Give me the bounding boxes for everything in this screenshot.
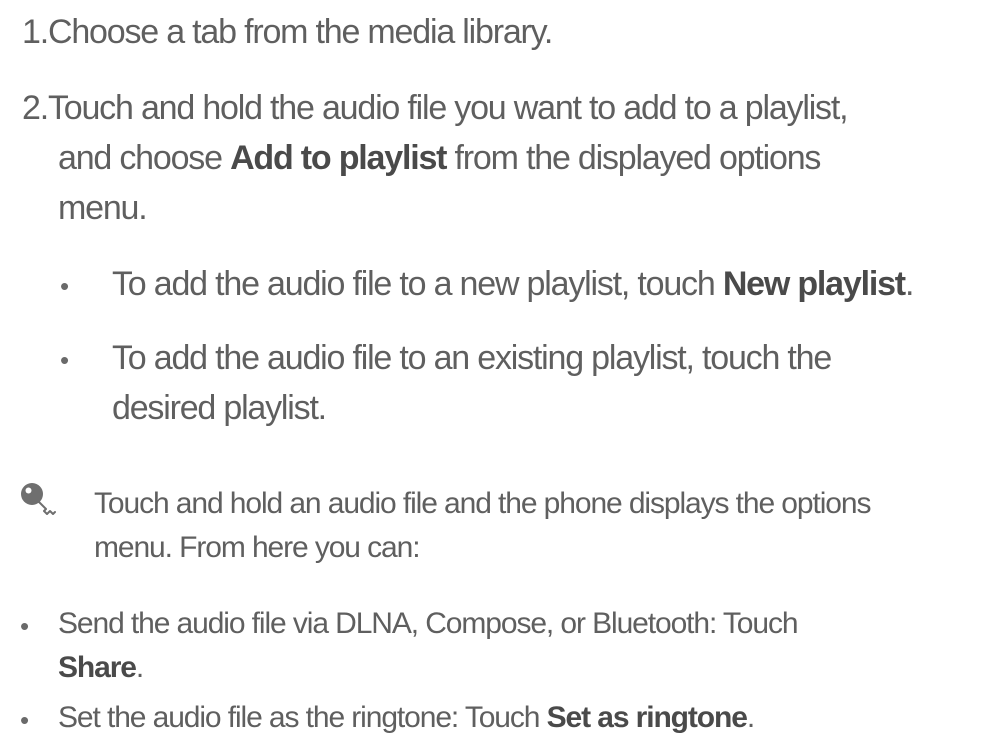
- step-2-line-2: and choose Add to playlist from the disp…: [58, 138, 822, 178]
- step-1: 1.Choose a tab from the media library.: [22, 12, 553, 52]
- sub-bullet-2-marker: •: [60, 345, 70, 375]
- sub-bullet-1: To add the audio file to a new playlist,…: [112, 264, 914, 304]
- new-playlist-label: New playlist: [722, 265, 906, 303]
- add-to-playlist-label: Add to playlist: [230, 139, 447, 177]
- step-2-text-1: Touch and hold the audio file you want t…: [47, 89, 849, 127]
- step-2-text-2-post: from the displayed options: [446, 139, 822, 177]
- step-2-line-3: menu.: [58, 188, 148, 228]
- step-2-text-2-pre: and choose: [58, 139, 231, 177]
- tip-line-1: Touch and hold an audio file and the pho…: [94, 484, 871, 524]
- key-icon: [20, 482, 60, 518]
- tip-text-1: Touch and hold an audio file and the pho…: [94, 487, 871, 520]
- sub-bullet-1-pre: To add the audio file to a new playlist,…: [112, 265, 723, 303]
- sub-bullet-1-post: .: [904, 265, 914, 303]
- step-2-number: 2.: [22, 89, 49, 127]
- sub-bullet-2-text-1: To add the audio file to an existing pla…: [112, 339, 832, 377]
- option-2-line: Set the audio file as the ringtone: Touc…: [58, 698, 755, 738]
- sub-bullet-2-text-2: desired playlist.: [112, 389, 327, 427]
- tip-text-2: menu. From here you can:: [94, 531, 421, 564]
- share-label: Share: [58, 651, 137, 684]
- document-page: 1.Choose a tab from the media library. 2…: [0, 0, 1002, 744]
- sub-bullet-2-line-1: To add the audio file to an existing pla…: [112, 338, 832, 378]
- step-2-line-1: 2.Touch and hold the audio file you want…: [22, 88, 849, 128]
- step-1-number: 1.: [22, 13, 49, 51]
- set-as-ringtone-label: Set as ringtone: [546, 701, 748, 734]
- sub-bullet-1-marker: •: [60, 271, 70, 301]
- option-2-marker: •: [20, 705, 30, 735]
- option-1-post: .: [135, 651, 144, 684]
- sub-bullet-2-line-2: desired playlist.: [112, 388, 327, 428]
- option-1-marker: •: [20, 611, 30, 641]
- option-2-pre: Set the audio file as the ringtone: Touc…: [58, 701, 547, 734]
- step-1-text: Choose a tab from the media library.: [47, 13, 553, 51]
- step-2-text-3: menu.: [58, 189, 148, 227]
- option-1-line-2: Share.: [58, 648, 144, 688]
- tip-line-2: menu. From here you can:: [94, 528, 421, 568]
- option-2-post: .: [746, 701, 755, 734]
- option-1-line-1: Send the audio file via DLNA, Compose, o…: [58, 604, 799, 644]
- option-1-text: Send the audio file via DLNA, Compose, o…: [58, 607, 799, 640]
